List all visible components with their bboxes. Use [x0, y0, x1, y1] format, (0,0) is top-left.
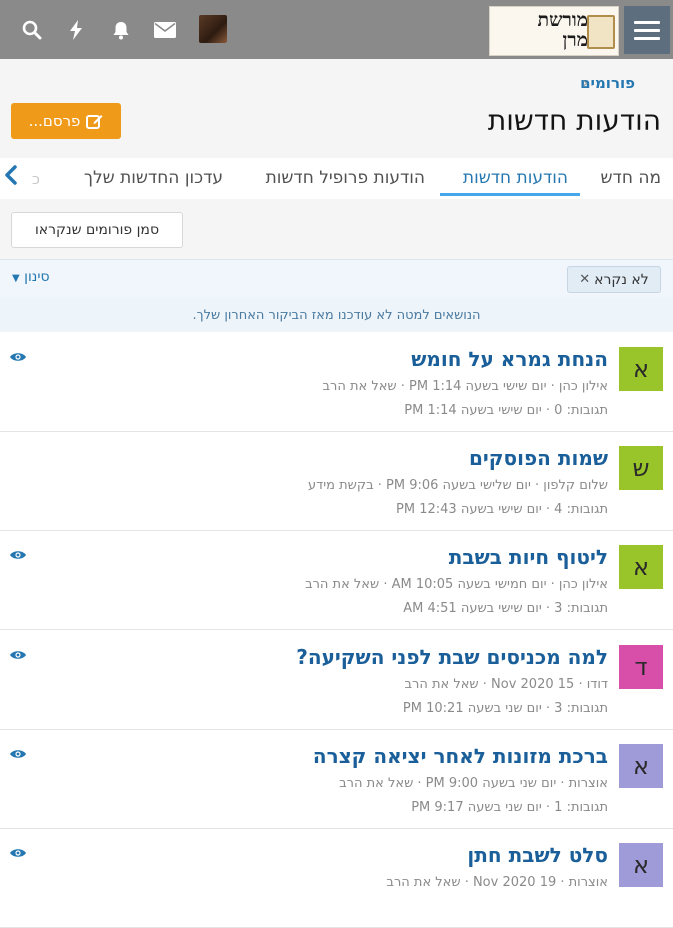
mark-forums-read-button[interactable]: סמן פורומים שנקראו	[11, 212, 183, 248]
thread-meta: אילון כהן · יום חמישי בשעה 10:05 AM · שא…	[305, 577, 608, 592]
close-icon[interactable]: ✕	[579, 272, 590, 287]
caret-down-icon: ▼	[12, 273, 20, 284]
chevron-left-icon[interactable]	[4, 164, 18, 192]
thread-title[interactable]: שמות הפוסקים	[469, 446, 608, 470]
eye-icon	[10, 551, 26, 559]
envelope-icon[interactable]	[153, 18, 177, 42]
page-title: הודעות חדשות	[487, 104, 661, 137]
hamburger-menu-icon[interactable]	[624, 6, 670, 54]
eye-icon	[10, 353, 26, 361]
bolt-icon[interactable]	[64, 18, 88, 42]
post-thread-button[interactable]: פרסם...	[11, 103, 121, 139]
site-logo[interactable]: מורשת מרן	[489, 6, 619, 56]
thread-row[interactable]: א הנחת גמרא על חומש אילון כהן · יום שישי ב…	[0, 333, 673, 432]
thread-title[interactable]: ליטוף חיות בשבת	[449, 545, 608, 569]
thread-row[interactable]: ד למה מכניסים שבת לפני השקיעה? דודו · 15 N…	[0, 631, 673, 730]
user-avatar[interactable]	[199, 15, 227, 43]
bell-icon[interactable]	[109, 18, 133, 42]
tab-news-feed[interactable]: עדכון החדשות שלך	[84, 168, 223, 188]
top-bar: מורשת מרן	[0, 0, 673, 59]
thread-avatar[interactable]: א	[619, 347, 663, 391]
chevron-left-icon: ›	[582, 73, 589, 92]
thread-avatar[interactable]: ש	[619, 446, 663, 490]
tab-whats-new[interactable]: מה חדש	[601, 168, 662, 188]
thread-meta: אוצרות · יום שני בשעה 9:00 PM · שאל את ה…	[339, 776, 608, 791]
active-tab-indicator	[440, 193, 580, 196]
thread-stats: תגובות: 0 · יום שישי בשעה 1:14 PM	[404, 403, 608, 418]
filter-label: סינון	[24, 269, 50, 285]
book-icon	[587, 15, 615, 49]
thread-stats: תגובות: 1 · יום שני בשעה 9:17 PM	[411, 800, 608, 815]
filter-menu[interactable]: סינון ▼	[12, 269, 50, 285]
thread-row[interactable]: א ברכת מזונות לאחר יציאה קצרה אוצרות · יום…	[0, 730, 673, 829]
thread-stats: תגובות: 3 · יום שישי בשעה 4:51 AM	[403, 601, 608, 616]
filter-chip-unread[interactable]: לא נקרא ✕	[567, 266, 661, 293]
thread-title[interactable]: למה מכניסים שבת לפני השקיעה?	[296, 645, 608, 669]
eye-icon	[10, 750, 26, 758]
logo-line-2: מרן	[562, 29, 588, 51]
thread-avatar[interactable]: א	[619, 843, 663, 887]
thread-avatar[interactable]: ד	[619, 645, 663, 689]
post-thread-label: פרסם...	[28, 112, 81, 130]
thread-meta: דודו · 15 Nov 2020 · שאל את הרב	[404, 677, 609, 692]
thread-avatar[interactable]: א	[619, 545, 663, 589]
thread-meta: שלום קלפון · יום שלישי בשעה 9:06 PM · בק…	[308, 478, 608, 493]
thread-title[interactable]: סלט לשבת חתן	[467, 843, 608, 867]
eye-icon	[10, 849, 26, 857]
edit-icon	[86, 114, 103, 129]
thread-meta: אילון כהן · יום שישי בשעה 1:14 PM · שאל …	[322, 379, 608, 394]
thread-stats: תגובות: 4 · יום שישי בשעה 12:43 PM	[396, 502, 608, 517]
thread-stats: תגובות: 3 · יום שני בשעה 10:21 PM	[402, 701, 608, 716]
logo-line-1: מורשת	[537, 9, 589, 31]
thread-title[interactable]: הנחת גמרא על חומש	[411, 347, 608, 371]
filter-chip-label: לא נקרא	[594, 271, 649, 288]
search-icon[interactable]	[20, 18, 44, 42]
notice-message: הנושאים למטה לא עודכנו מאז הביקור האחרון…	[0, 298, 673, 332]
eye-icon	[10, 651, 26, 659]
thread-row[interactable]: ש שמות הפוסקים שלום קלפון · יום שלישי בשעה…	[0, 432, 673, 531]
tab-new-posts[interactable]: הודעות חדשות	[463, 168, 568, 188]
thread-title[interactable]: ברכת מזונות לאחר יציאה קצרה	[313, 744, 608, 768]
tab-new-profile-posts[interactable]: הודעות פרופיל חדשות	[266, 168, 425, 188]
thread-row[interactable]: א ליטוף חיות בשבת אילון כהן · יום חמישי בש…	[0, 531, 673, 630]
thread-avatar[interactable]: א	[619, 744, 663, 788]
thread-meta: אוצרות · 19 Nov 2020 · שאל את הרב	[386, 875, 608, 890]
tab-overflow-fade: כ	[32, 170, 40, 188]
thread-row[interactable]: א סלט לשבת חתן אוצרות · 19 Nov 2020 · שאל …	[0, 829, 673, 928]
